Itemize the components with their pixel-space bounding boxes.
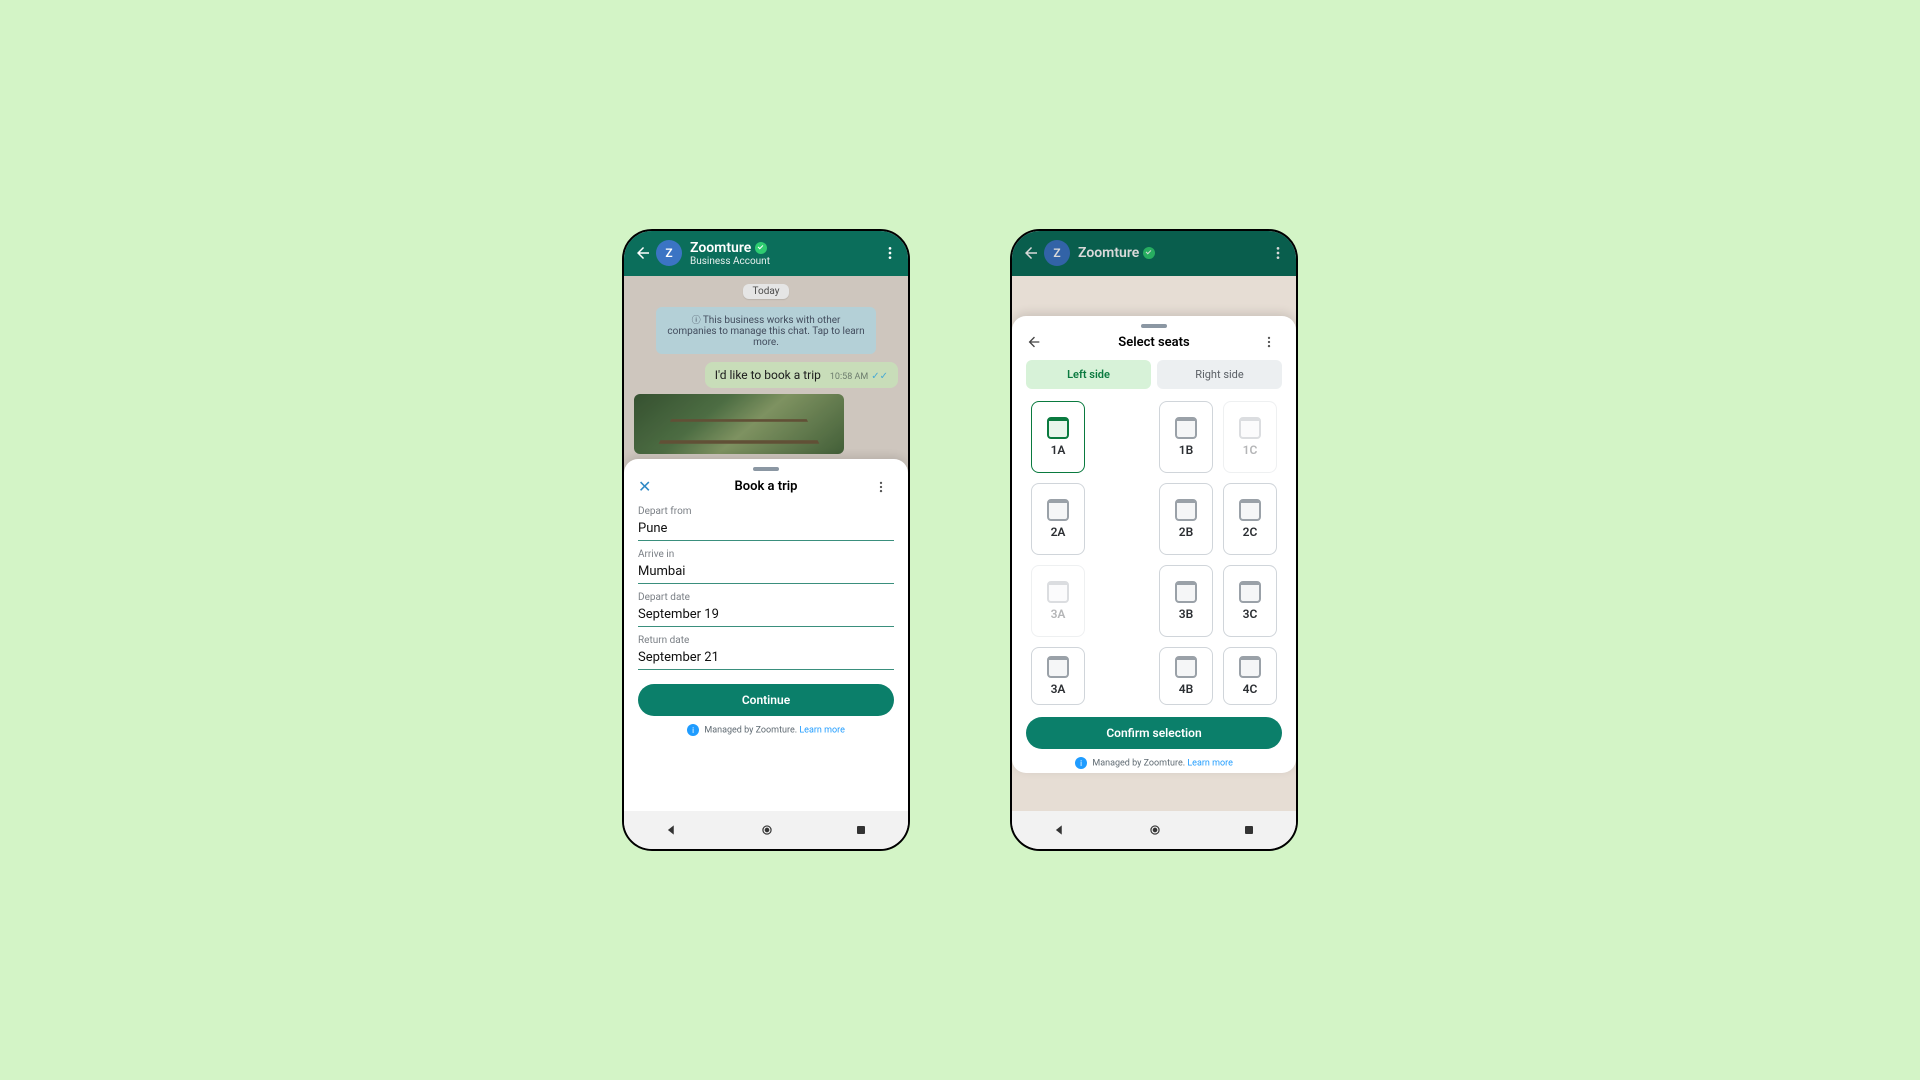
sheet-more-icon[interactable] [874, 480, 894, 494]
seat-icon [1047, 656, 1069, 678]
seat-icon [1239, 417, 1261, 439]
sheet-grabber[interactable] [753, 467, 779, 471]
select-seats-sheet: Select seats Left side Right side 1A 1B … [1012, 316, 1296, 773]
nav-recents-icon[interactable] [1243, 824, 1255, 836]
seat-icon [1047, 581, 1069, 603]
more-icon[interactable] [882, 245, 898, 261]
verified-icon [755, 242, 767, 254]
phone-select-seats: Z Zoomture Select seats Left side Right … [1010, 229, 1298, 851]
aisle [1095, 565, 1149, 637]
seat-3b[interactable]: 3B [1159, 565, 1213, 637]
managed-icon: i [1075, 757, 1087, 769]
return-date-label: Return date [638, 635, 894, 646]
avatar[interactable]: Z [656, 240, 682, 266]
sheet-title: Select seats [1118, 335, 1189, 350]
managed-by-footer: i Managed by Zoomture. Learn more [1026, 757, 1282, 769]
managed-icon: i [687, 724, 699, 736]
android-navbar [1012, 811, 1296, 849]
nav-back-icon[interactable] [1053, 823, 1067, 837]
nav-home-icon[interactable] [760, 823, 774, 837]
nav-home-icon[interactable] [1148, 823, 1162, 837]
nav-recents-icon[interactable] [855, 824, 867, 836]
side-tabs: Left side Right side [1026, 360, 1282, 389]
seat-icon [1175, 417, 1197, 439]
avatar[interactable]: Z [1044, 240, 1070, 266]
depart-date-label: Depart date [638, 592, 894, 603]
more-icon[interactable] [1270, 245, 1286, 261]
learn-more-link[interactable]: Learn more [799, 725, 845, 735]
tab-right-side[interactable]: Right side [1157, 360, 1282, 389]
close-icon[interactable]: ✕ [638, 477, 658, 496]
business-name: Zoomture [1078, 245, 1139, 261]
arrive-in-label: Arrive in [638, 549, 894, 560]
seat-1b[interactable]: 1B [1159, 401, 1213, 473]
aisle [1095, 647, 1149, 705]
avatar-letter: Z [665, 246, 672, 260]
depart-date-input[interactable]: September 19 [638, 603, 894, 627]
seat-3c[interactable]: 3C [1223, 565, 1277, 637]
back-icon[interactable] [634, 244, 652, 262]
seat-2b[interactable]: 2B [1159, 483, 1213, 555]
aisle [1095, 483, 1149, 555]
depart-from-input[interactable]: Pune [638, 517, 894, 541]
seat-2a[interactable]: 2A [1031, 483, 1085, 555]
seat-icon [1047, 499, 1069, 521]
back-arrow-icon[interactable] [1026, 334, 1046, 350]
depart-from-label: Depart from [638, 506, 894, 517]
continue-button[interactable]: Continue [638, 684, 894, 716]
chat-header: Z Zoomture Business Account [624, 230, 908, 276]
seat-1c: 1C [1223, 401, 1277, 473]
chat-header: Z Zoomture [1012, 230, 1296, 276]
header-title-box[interactable]: Zoomture Business Account [690, 240, 882, 267]
return-date-input[interactable]: September 21 [638, 646, 894, 670]
confirm-selection-button[interactable]: Confirm selection [1026, 717, 1282, 749]
seat-2c[interactable]: 2C [1223, 483, 1277, 555]
tab-left-side[interactable]: Left side [1026, 360, 1151, 389]
seat-icon [1239, 581, 1261, 603]
sheet-grabber[interactable] [1141, 324, 1167, 328]
arrive-in-input[interactable]: Mumbai [638, 560, 894, 584]
seat-icon [1239, 499, 1261, 521]
nav-back-icon[interactable] [665, 823, 679, 837]
seat-icon [1239, 656, 1261, 678]
seat-icon [1175, 656, 1197, 678]
book-trip-sheet: ✕ Book a trip Depart from Pune Arrive in… [624, 459, 908, 811]
business-name: Zoomture [690, 240, 751, 256]
seat-grid: 1A 1B 1C 2A 2B 2C 3A 3B 3C 3A 4B 4C [1026, 401, 1282, 705]
seat-icon [1175, 499, 1197, 521]
back-icon[interactable] [1022, 244, 1040, 262]
seat-4b[interactable]: 4B [1159, 647, 1213, 705]
seat-4a[interactable]: 3A [1031, 647, 1085, 705]
phone-book-trip: Z Zoomture Business Account Today ⓘ This… [622, 229, 910, 851]
aisle [1095, 401, 1149, 473]
sheet-title: Book a trip [734, 479, 797, 494]
seat-1a[interactable]: 1A [1031, 401, 1085, 473]
avatar-letter: Z [1053, 246, 1060, 260]
seat-icon [1175, 581, 1197, 603]
managed-by-footer: i Managed by Zoomture. Learn more [638, 724, 894, 736]
android-navbar [624, 811, 908, 849]
seat-icon [1047, 417, 1069, 439]
seat-3a: 3A [1031, 565, 1085, 637]
learn-more-link[interactable]: Learn more [1187, 758, 1233, 768]
seat-4c[interactable]: 4C [1223, 647, 1277, 705]
verified-icon [1143, 247, 1155, 259]
sheet-more-icon[interactable] [1262, 335, 1282, 349]
header-title-box[interactable]: Zoomture [1078, 245, 1270, 261]
business-subtitle: Business Account [690, 256, 882, 267]
chat-area: Today ⓘ This business works with other c… [624, 276, 908, 811]
chat-area: Select seats Left side Right side 1A 1B … [1012, 276, 1296, 811]
